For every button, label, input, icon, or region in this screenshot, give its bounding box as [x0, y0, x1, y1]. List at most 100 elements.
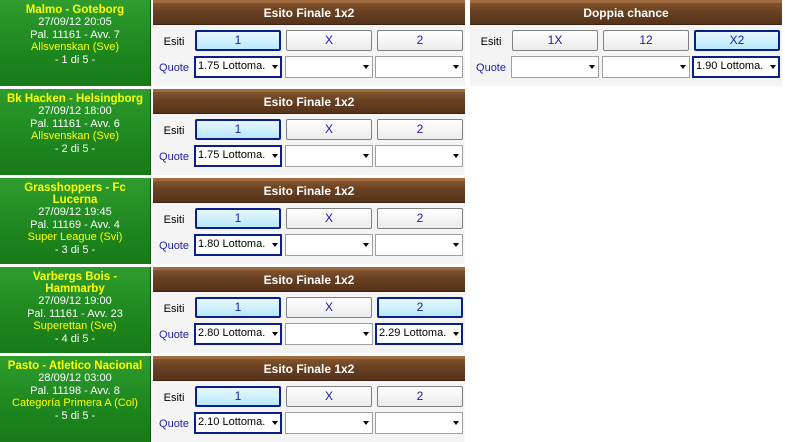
quote-dropdown[interactable]: 1.75 Lottoma. — [194, 56, 282, 78]
outcome-button-1[interactable]: 1 — [195, 208, 281, 229]
event-palinsesto: Pal. 11161 - Avv. 6 — [30, 117, 120, 130]
event-row: Pasto - Atletico Nacional 28/09/12 03:00 P… — [0, 356, 785, 442]
event-position: - 4 di 5 - — [54, 332, 96, 345]
quote-dropdown[interactable] — [285, 323, 373, 345]
dropdown-arrow-icon[interactable] — [272, 243, 278, 247]
market-title: Esito Finale 1x2 — [153, 356, 465, 381]
quote-dropdown[interactable] — [285, 412, 373, 434]
event-datetime: 27/09/12 19:45 — [38, 206, 112, 218]
event-info-panel[interactable]: Varbergs Bois - Hammarby 27/09/12 19:00 Pa… — [0, 267, 151, 353]
outcome-button-1x[interactable]: 1X — [512, 30, 598, 51]
dropdown-arrow-icon[interactable] — [453, 65, 459, 69]
outcome-button-x[interactable]: X — [286, 208, 372, 229]
dropdown-arrow-icon[interactable] — [453, 243, 459, 247]
market-panel: Esito Finale 1x2 Esiti Quote 1 2.10 Lottoma.… — [153, 356, 465, 442]
outcome-button-2[interactable]: 2 — [377, 386, 463, 407]
quote-dropdown[interactable]: 2.29 Lottoma. — [375, 323, 463, 345]
event-league: Allsvenskan (Sve) — [30, 41, 120, 53]
event-row: Malmo - Goteborg 27/09/12 20:05 Pal. 11161… — [0, 0, 785, 86]
market-panel: Esito Finale 1x2 Esiti Quote 1 1.75 Lottoma.… — [153, 0, 465, 86]
market-title: Esito Finale 1x2 — [153, 178, 465, 203]
quote-value: 1.80 Lottoma. — [198, 238, 266, 250]
outcome-button-2[interactable]: 2 — [377, 297, 463, 318]
quote-dropdown[interactable] — [375, 234, 463, 256]
quote-dropdown[interactable] — [375, 145, 463, 167]
market-title: Esito Finale 1x2 — [153, 89, 465, 114]
market-panel: Esito Finale 1x2 Esiti Quote 1 2.80 Lottoma.… — [153, 267, 465, 353]
outcome-button-12[interactable]: 12 — [603, 30, 689, 51]
market-panel: Esito Finale 1x2 Esiti Quote 1 1.80 Lottoma.… — [153, 178, 465, 264]
dropdown-arrow-icon[interactable] — [363, 421, 369, 425]
event-info-panel[interactable]: Grasshoppers - Fc Lucerna 27/09/12 19:45 P… — [0, 178, 151, 264]
event-palinsesto: Pal. 11161 - Avv. 23 — [27, 307, 123, 320]
event-datetime: 27/09/12 18:00 — [38, 105, 112, 117]
outcome-button-1[interactable]: 1 — [195, 30, 281, 51]
outcome-button-x[interactable]: X — [286, 30, 372, 51]
outcome-button-x[interactable]: X — [286, 386, 372, 407]
outcome-button-2[interactable]: 2 — [377, 119, 463, 140]
event-info-panel[interactable]: Bk Hacken - Helsingborg 27/09/12 18:00 Pal… — [0, 89, 151, 175]
dropdown-arrow-icon[interactable] — [363, 154, 369, 158]
dropdown-arrow-icon[interactable] — [363, 243, 369, 247]
quote-dropdown[interactable] — [285, 145, 373, 167]
outcome-button-1[interactable]: 1 — [195, 119, 281, 140]
event-palinsesto: Pal. 11198 - Avv. 8 — [30, 384, 120, 397]
outcome-button-x[interactable]: X — [286, 119, 372, 140]
quote-dropdown[interactable]: 1.75 Lottoma. — [194, 145, 282, 167]
esiti-label: Esiti — [163, 214, 185, 226]
event-row: Varbergs Bois - Hammarby 27/09/12 19:00 Pa… — [0, 267, 785, 353]
quote-dropdown[interactable] — [285, 234, 373, 256]
market-panel: Doppia chance Esiti Quote 1X 12 X2 1.90 Lottom… — [470, 0, 782, 86]
outcome-button-2[interactable]: 2 — [377, 30, 463, 51]
quote-dropdown[interactable]: 2.80 Lottoma. — [194, 323, 282, 345]
dropdown-arrow-icon[interactable] — [272, 332, 278, 336]
esiti-label: Esiti — [163, 125, 185, 137]
dropdown-arrow-icon[interactable] — [363, 332, 369, 336]
dropdown-arrow-icon[interactable] — [453, 421, 459, 425]
dropdown-arrow-icon[interactable] — [272, 154, 278, 158]
dropdown-arrow-icon[interactable] — [272, 65, 278, 69]
quote-label: Quote — [159, 418, 189, 430]
outcome-button-1[interactable]: 1 — [195, 297, 281, 318]
event-datetime: 27/09/12 19:00 — [38, 295, 112, 307]
outcome-button-x2[interactable]: X2 — [694, 30, 780, 51]
quote-dropdown[interactable]: 1.80 Lottoma. — [194, 234, 282, 256]
quote-label: Quote — [159, 62, 189, 74]
dropdown-arrow-icon[interactable] — [589, 65, 595, 69]
dropdown-arrow-icon[interactable] — [453, 332, 459, 336]
dropdown-arrow-icon[interactable] — [272, 421, 278, 425]
event-info-panel[interactable]: Malmo - Goteborg 27/09/12 20:05 Pal. 11161… — [0, 0, 151, 86]
quote-dropdown[interactable]: 2.10 Lottoma. — [194, 412, 282, 434]
dropdown-arrow-icon[interactable] — [453, 154, 459, 158]
dropdown-arrow-icon[interactable] — [363, 65, 369, 69]
market-panel: Esito Finale 1x2 Esiti Quote 1 1.75 Lottoma.… — [153, 89, 465, 175]
outcome-button-1[interactable]: 1 — [195, 386, 281, 407]
quote-dropdown[interactable]: 1.90 Lottoma. — [692, 56, 780, 78]
event-datetime: 27/09/12 20:05 — [38, 16, 112, 28]
event-title: Bk Hacken - Helsingborg — [6, 93, 144, 105]
quote-dropdown[interactable] — [602, 56, 690, 78]
quote-dropdown[interactable] — [375, 56, 463, 78]
quote-dropdown[interactable] — [375, 412, 463, 434]
market-title: Esito Finale 1x2 — [153, 0, 465, 25]
event-title: Pasto - Atletico Nacional — [7, 360, 143, 372]
event-league: Categoría Primera A (Col) — [12, 397, 138, 409]
market-title: Esito Finale 1x2 — [153, 267, 465, 292]
event-palinsesto: Pal. 11169 - Avv. 4 — [30, 218, 120, 231]
esiti-label: Esiti — [163, 392, 185, 404]
dropdown-arrow-icon[interactable] — [680, 65, 686, 69]
event-league: Superettan (Sve) — [33, 320, 117, 332]
quote-value: 2.29 Lottoma. — [379, 327, 447, 339]
outcome-button-2[interactable]: 2 — [377, 208, 463, 229]
quote-dropdown[interactable] — [285, 56, 373, 78]
quote-label: Quote — [476, 62, 506, 74]
quote-value: 2.80 Lottoma. — [198, 327, 266, 339]
event-title: Grasshoppers - Fc Lucerna — [24, 182, 126, 206]
event-position: - 2 di 5 - — [54, 142, 96, 155]
dropdown-arrow-icon[interactable] — [770, 65, 776, 69]
event-info-panel[interactable]: Pasto - Atletico Nacional 28/09/12 03:00 P… — [0, 356, 151, 442]
event-datetime: 28/09/12 03:00 — [38, 372, 112, 384]
quote-value: 2.10 Lottoma. — [198, 416, 266, 428]
outcome-button-x[interactable]: X — [286, 297, 372, 318]
quote-dropdown[interactable] — [511, 56, 599, 78]
